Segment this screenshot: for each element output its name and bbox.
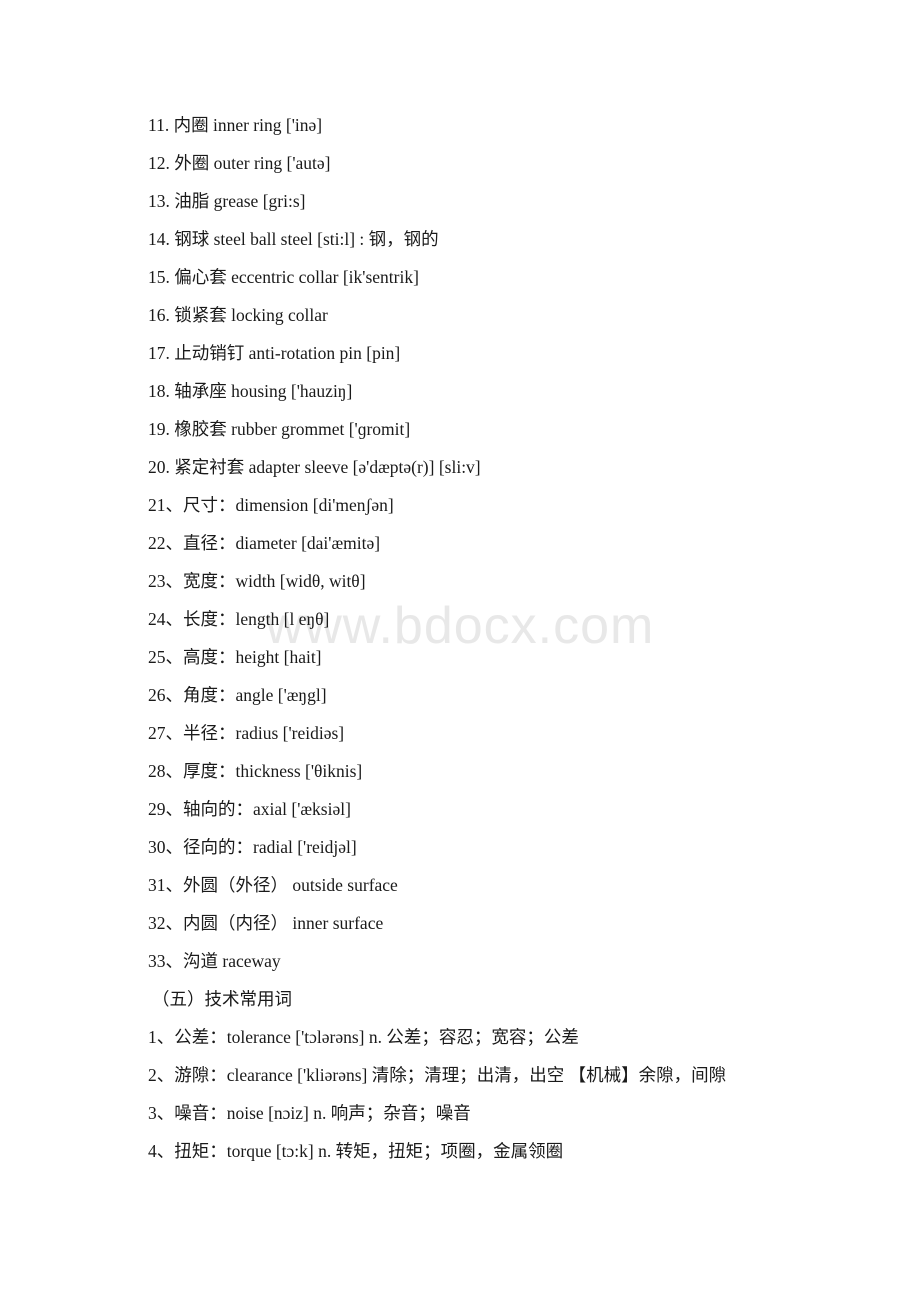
vocab-line-18: 18. 轴承座 housing ['hauziŋ] (148, 381, 353, 401)
vocab-line-26: 26、角度：angle ['æŋgl] (148, 685, 327, 705)
vocab-line-22: 22、直径：diameter [dai'æmitə] (148, 533, 381, 553)
vocab-line-13: 13. 油脂 grease [gri:s] (148, 191, 306, 211)
vocab-line-32: 32、内圆（内径） inner surface (148, 913, 384, 933)
vocab-line-28: 28、厚度：thickness ['θiknis] (148, 761, 363, 781)
vocab-line-25: 25、高度：height [hait] (148, 647, 322, 667)
document-page: www.bdocx.com 11. 内圈 inner ring ['inə] 1… (0, 0, 920, 1302)
vocab-line-14: 14. 钢球 steel ball steel [sti:l] : 钢，钢的 (148, 229, 439, 249)
vocab-line-20: 20. 紧定衬套 adapter sleeve [ə'dæptə(r)] [sl… (148, 457, 481, 477)
document-body: 11. 内圈 inner ring ['inə] 12. 外圈 outer ri… (148, 106, 888, 1170)
vocab-line-23: 23、宽度：width [widθ, witθ] (148, 571, 366, 591)
vocab-line-17: 17. 止动销钉 anti-rotation pin [pin] (148, 343, 401, 363)
section-heading-five: （五）技术常用词 (152, 989, 292, 1009)
tech-term-line-3: 3、噪音：noise [nɔiz] n. 响声；杂音；噪音 (148, 1103, 471, 1123)
vocab-line-24: 24、长度：length [l eŋθ] (148, 609, 330, 629)
vocab-line-29: 29、轴向的：axial ['æksiəl] (148, 799, 351, 819)
vocab-line-19: 19. 橡胶套 rubber grommet ['ɡromit] (148, 419, 411, 439)
tech-term-line-4: 4、扭矩：torque [tɔ:k] n. 转矩，扭矩；项圈，金属领圈 (148, 1141, 564, 1161)
tech-term-line-1: 1、公差：tolerance ['tɔlərəns] n. 公差；容忍；宽容；公… (148, 1027, 579, 1047)
vocab-line-12: 12. 外圈 outer ring ['autə] (148, 153, 331, 173)
tech-term-line-2: 2、游隙：clearance ['kliərəns] 清除；清理；出清，出空 【… (148, 1065, 727, 1085)
vocab-line-30: 30、径向的：radial ['reidjəl] (148, 837, 357, 857)
vocab-line-11: 11. 内圈 inner ring ['inə] (148, 115, 323, 135)
vocab-line-33: 33、沟道 raceway (148, 951, 281, 971)
vocab-line-27: 27、半径：radius ['reidiəs] (148, 723, 345, 743)
vocab-line-15: 15. 偏心套 eccentric collar [ik'sentrik] (148, 267, 419, 287)
vocab-line-21: 21、尺寸：dimension [di'menʃən] (148, 495, 394, 515)
vocab-line-31: 31、外圆（外径） outside surface (148, 875, 398, 895)
vocab-line-16: 16. 锁紧套 locking collar (148, 305, 328, 325)
